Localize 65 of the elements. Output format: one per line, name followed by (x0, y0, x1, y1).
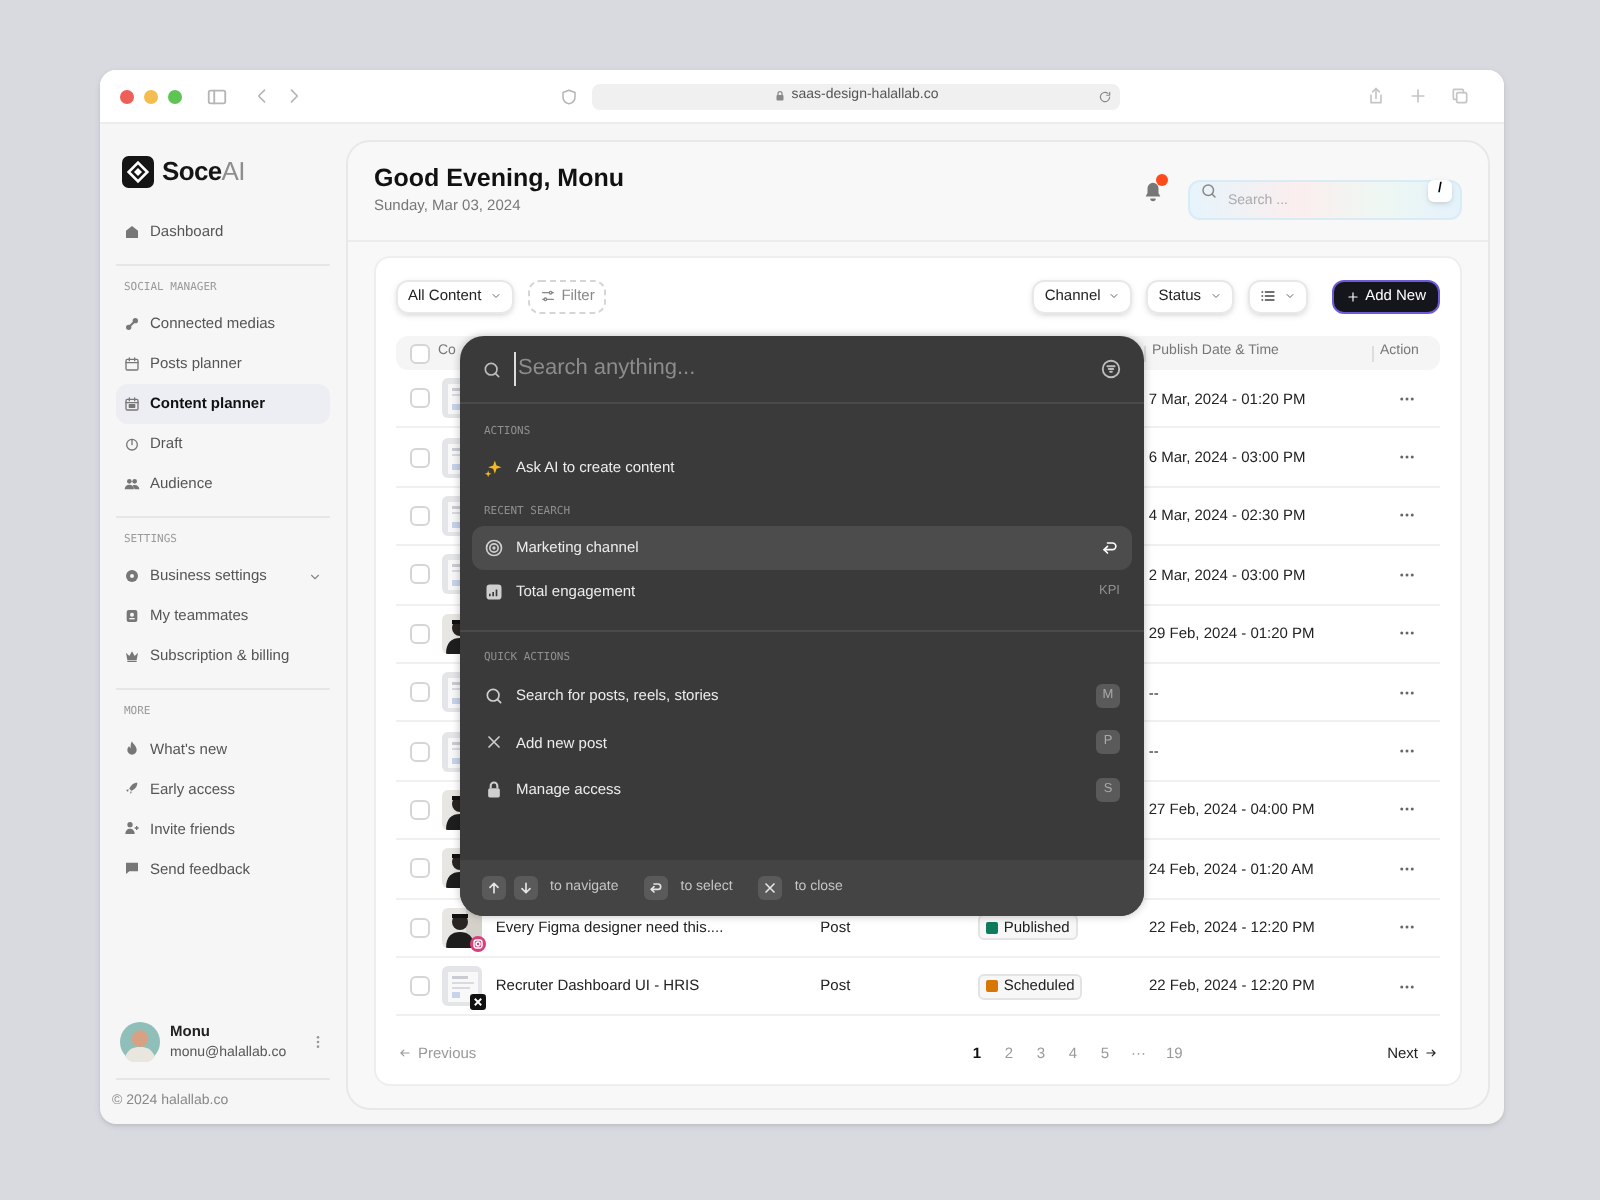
row-checkbox[interactable] (410, 682, 430, 703)
row-checkbox[interactable] (410, 858, 430, 879)
row-checkbox[interactable] (410, 388, 430, 409)
share-icon (1366, 86, 1386, 106)
row-checkbox[interactable] (410, 447, 430, 468)
add-person-icon (124, 820, 140, 837)
row-checkbox[interactable] (410, 917, 430, 938)
search-icon (484, 685, 504, 706)
row-checkbox[interactable] (410, 976, 430, 997)
select-all-checkbox[interactable] (410, 343, 430, 363)
reload-icon (1098, 89, 1112, 103)
chart-icon (484, 582, 504, 602)
arrow-left-icon (398, 1046, 412, 1060)
flame-icon (124, 740, 140, 757)
sparkle-icon (484, 458, 504, 478)
logo-icon (122, 155, 154, 188)
calendar-icon (124, 355, 140, 372)
sliders-icon (539, 288, 556, 304)
close-key-icon (758, 876, 783, 900)
arrow-down-key-icon (514, 876, 538, 900)
avatar (120, 1021, 160, 1061)
new-tab-icon (1408, 86, 1428, 106)
minimize-window-button[interactable] (144, 89, 158, 103)
chat-bubble-icon (124, 860, 140, 877)
row-checkbox[interactable] (410, 623, 430, 644)
chevron-down-icon (1209, 290, 1222, 302)
arrow-up-key-icon (482, 876, 506, 900)
lock-icon (773, 90, 786, 102)
maximize-window-button[interactable] (168, 89, 182, 103)
id-card-icon (124, 608, 140, 624)
chevron-down-icon (1108, 290, 1121, 302)
target-icon (484, 538, 504, 558)
tabs-overview-icon (1450, 86, 1470, 106)
row-checkbox[interactable] (410, 564, 430, 585)
people-icon (124, 475, 140, 492)
rocket-icon (124, 780, 140, 797)
close-icon (484, 732, 504, 753)
view-options-button[interactable] (1247, 279, 1308, 313)
search-icon (1200, 182, 1218, 200)
bell-icon (1142, 179, 1164, 203)
filter-icon (1100, 358, 1122, 380)
brand-name: SoceAI (162, 154, 245, 190)
home-icon (124, 223, 140, 239)
arrow-right-icon (1424, 1046, 1438, 1060)
notification-bell-button[interactable] (1142, 179, 1164, 203)
row-checkbox[interactable] (410, 741, 430, 762)
sidebar-toggle-icon (206, 85, 228, 107)
chevron-down-icon (489, 290, 502, 302)
search-icon (482, 359, 502, 379)
row-checkbox[interactable] (410, 505, 430, 526)
lock-icon (484, 779, 504, 800)
enter-key-icon (644, 876, 669, 900)
gear-icon (124, 568, 140, 584)
link-icon (124, 315, 140, 332)
chevron-down-icon (1283, 290, 1296, 302)
crown-icon (124, 648, 140, 664)
command-search-field[interactable]: Search anything... (514, 352, 1088, 386)
close-window-button[interactable] (120, 89, 134, 103)
greeting-heading: Good Evening, Monu (374, 164, 624, 195)
list-icon (1259, 288, 1276, 304)
shield-icon (560, 87, 578, 105)
plus-icon (1345, 289, 1360, 303)
enter-icon (1100, 538, 1120, 558)
row-checkbox[interactable] (410, 799, 430, 820)
calendar-icon (124, 395, 140, 412)
